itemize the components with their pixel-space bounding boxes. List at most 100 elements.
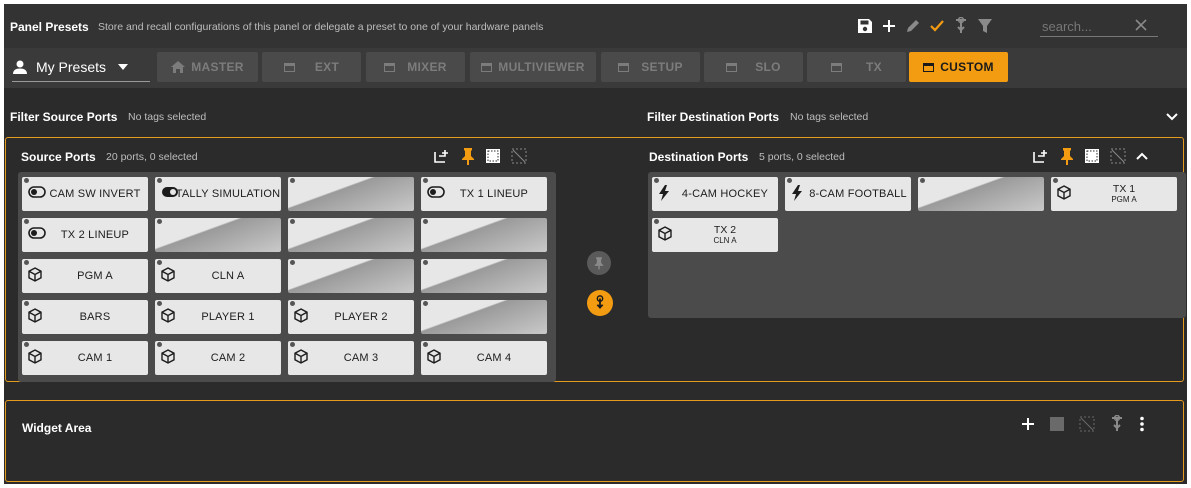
window-icon <box>384 62 396 72</box>
destination-ports-title: Destination Ports <box>649 150 749 164</box>
source-ports-toolbar <box>433 146 527 166</box>
chevron-up-icon[interactable] <box>1136 152 1148 160</box>
edit-preset-button[interactable] <box>902 15 924 37</box>
add-to-list-icon[interactable] <box>433 148 451 164</box>
port-status-dot <box>290 342 295 347</box>
source-port-tile[interactable]: CAM 2 <box>155 341 281 375</box>
preset-button-setup[interactable]: SETUP <box>601 52 700 82</box>
source-port-tile[interactable]: BARS <box>22 300 148 334</box>
deselect-all-icon[interactable] <box>1079 416 1095 432</box>
my-presets-dropdown[interactable]: My Presets <box>12 54 150 82</box>
port-sublabel: PGM A <box>1111 195 1137 204</box>
filter-source-label[interactable]: Filter Source Ports <box>10 110 117 124</box>
preset-button-master[interactable]: MASTER <box>157 52 258 82</box>
port-status-dot <box>24 301 29 306</box>
preset-button-custom[interactable]: CUSTOM <box>909 52 1008 82</box>
preset-button-label: MIXER <box>407 60 447 74</box>
filter-destination-label[interactable]: Filter Destination Ports <box>647 110 779 124</box>
pin-route-button[interactable] <box>587 251 611 275</box>
source-port-tile[interactable]: CLN A <box>155 259 281 293</box>
source-port-tile[interactable]: PLAYER 2 <box>288 300 414 334</box>
ports-panel: Source Ports 20 ports, 0 selected Destin… <box>5 137 1186 382</box>
add-to-list-icon[interactable] <box>1032 148 1050 164</box>
port-status-dot <box>654 219 659 224</box>
destination-port-tile[interactable]: 4-CAM HOCKEY <box>652 177 778 211</box>
preset-button-label: TX <box>866 60 882 74</box>
source-port-tile[interactable]: TX 2 LINEUP <box>22 218 148 252</box>
preset-button-label: EXT <box>314 60 340 74</box>
port-status-dot <box>157 178 162 183</box>
port-status-dot <box>290 301 295 306</box>
preset-button-label: MASTER <box>191 60 244 74</box>
destination-port-tile[interactable]: TX 2 CLN A <box>652 218 778 252</box>
source-port-empty-slot[interactable] <box>288 259 414 293</box>
source-port-tile[interactable]: PLAYER 1 <box>155 300 281 334</box>
source-port-tile[interactable]: CAM 3 <box>288 341 414 375</box>
port-label: TX 1 LINEUP <box>459 188 529 200</box>
preset-button-label: MULTIVIEWER <box>498 60 585 74</box>
preset-button-tx[interactable]: TX <box>807 52 906 82</box>
source-ports-title: Source Ports <box>21 150 96 164</box>
destination-port-empty-slot[interactable] <box>918 177 1044 211</box>
port-status-dot <box>157 260 162 265</box>
port-status-dot <box>157 342 162 347</box>
source-port-tile[interactable]: TALLY SIMULATION <box>155 177 281 211</box>
window-icon <box>618 62 630 72</box>
source-port-empty-slot[interactable] <box>421 300 547 334</box>
chevron-down-icon[interactable] <box>1166 113 1178 121</box>
delegate-button[interactable] <box>950 15 972 37</box>
preset-button-ext[interactable]: EXT <box>262 52 361 82</box>
pin-icon <box>594 257 604 270</box>
port-status-dot <box>423 219 428 224</box>
touch-icon[interactable] <box>1109 415 1125 433</box>
port-status-dot <box>654 178 659 183</box>
select-all-icon[interactable] <box>1084 148 1100 164</box>
source-port-tile[interactable]: CAM 1 <box>22 341 148 375</box>
source-port-empty-slot[interactable] <box>288 177 414 211</box>
window-icon <box>831 62 843 72</box>
port-label: CAM SW INVERT <box>49 188 141 200</box>
port-label: CLN A <box>211 270 245 282</box>
source-port-tile[interactable]: PGM A <box>22 259 148 293</box>
add-preset-button[interactable] <box>878 15 900 37</box>
port-label: TX 2 LINEUP <box>60 229 130 241</box>
deselect-all-icon[interactable] <box>511 148 527 164</box>
search-clear-button[interactable] <box>1134 18 1148 37</box>
confirm-button[interactable] <box>926 15 948 37</box>
source-port-tile[interactable]: CAM 4 <box>421 341 547 375</box>
filter-button[interactable] <box>974 15 996 37</box>
source-port-empty-slot[interactable] <box>288 218 414 252</box>
port-status-dot <box>423 260 428 265</box>
select-all-icon[interactable] <box>1049 416 1065 432</box>
port-status-dot <box>920 178 925 183</box>
preset-button-slo[interactable]: SLO <box>704 52 803 82</box>
destination-port-tile[interactable]: 8-CAM FOOTBALL <box>785 177 911 211</box>
port-label: TX 2 <box>713 224 737 236</box>
touch-icon <box>956 17 966 33</box>
window-icon <box>923 62 935 72</box>
pin-icon[interactable] <box>1060 147 1074 165</box>
widget-area: Widget Area <box>5 400 1184 482</box>
preset-bar: My Presets MASTER EXT MIXER MULTIVIEWER … <box>4 48 1187 88</box>
take-route-button[interactable] <box>587 290 613 316</box>
source-port-empty-slot[interactable] <box>421 218 547 252</box>
port-status-dot <box>24 260 29 265</box>
source-port-empty-slot[interactable] <box>421 259 547 293</box>
source-port-tile[interactable]: TX 1 LINEUP <box>421 177 547 211</box>
destination-port-tile[interactable]: TX 1 PGM A <box>1051 177 1177 211</box>
search-input[interactable] <box>1040 19 1122 34</box>
filter-destination-value: No tags selected <box>790 111 869 123</box>
window-icon <box>481 62 493 72</box>
deselect-all-icon[interactable] <box>1110 148 1126 164</box>
select-all-icon[interactable] <box>485 148 501 164</box>
port-status-dot <box>157 219 162 224</box>
plus-icon[interactable] <box>1021 417 1035 431</box>
save-button[interactable] <box>854 15 876 37</box>
port-label: PLAYER 2 <box>334 311 388 323</box>
more-vert-icon[interactable] <box>1139 416 1145 432</box>
pin-icon[interactable] <box>461 147 475 165</box>
source-port-empty-slot[interactable] <box>155 218 281 252</box>
preset-button-multiviewer[interactable]: MULTIVIEWER <box>470 52 596 82</box>
source-port-tile[interactable]: CAM SW INVERT <box>22 177 148 211</box>
preset-button-mixer[interactable]: MIXER <box>366 52 465 82</box>
